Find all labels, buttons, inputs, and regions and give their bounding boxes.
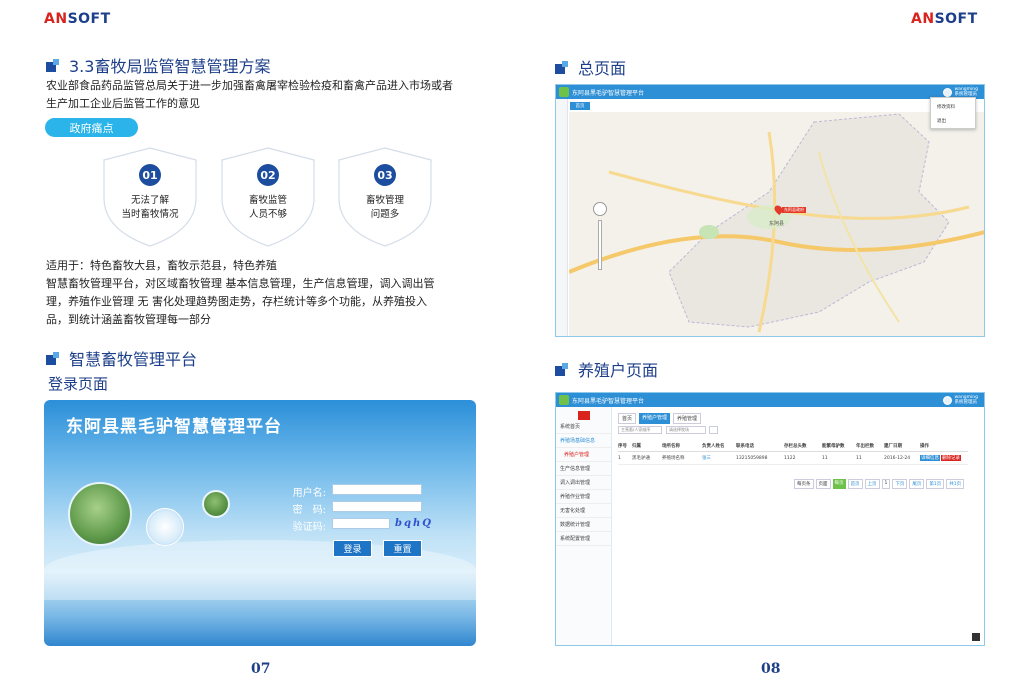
- user-dropdown-menu: 修改资料 退出: [930, 97, 976, 129]
- sidebar-item-production[interactable]: 生产信息管理: [556, 462, 611, 476]
- sidebar-item-home[interactable]: 系统首页: [556, 420, 611, 434]
- description-paragraph: 适用于：特色畜牧大县，畜牧示范县，特色养殖 智慧畜牧管理平台，对区域畜牧管理 基…: [46, 259, 435, 326]
- table-header-row: 序号 归属 场所名称 负责人姓名 联系电话 存栏总头数 能繁母驴数 年出栏数 建…: [618, 441, 968, 452]
- intro-paragraph: 农业部食品药品监管总局关于进一步加强畜禽屠宰检验检疫和畜禽产品进入市场或者 生产…: [46, 79, 453, 110]
- tab-farm-users[interactable]: 养殖户管理: [639, 413, 671, 424]
- table-row[interactable]: 1 黑毛驴通 养殖场名称 张三 13215059898 1122 11 11 2…: [618, 452, 968, 465]
- sidebar-item-config[interactable]: 系统配置管理: [556, 532, 611, 546]
- app-header: 东阿县黑毛驴智慧管理平台: [556, 85, 984, 99]
- password-label: 密 码:: [292, 505, 326, 516]
- map-city-label: 东阿县: [769, 221, 785, 227]
- delete-button[interactable]: 删除记录: [941, 455, 961, 461]
- network-globe-image: [146, 508, 184, 546]
- pain-point-number: 02: [257, 164, 279, 186]
- sidebar-toggle-icon[interactable]: [578, 411, 590, 420]
- sidebar-item-farm-users[interactable]: 养殖户管理: [556, 448, 611, 462]
- app-logo-icon: [559, 395, 569, 405]
- search-input[interactable]: 主营畜/人家顺序: [618, 426, 662, 434]
- section-square-icon: [46, 351, 59, 365]
- left-icon-bar: [556, 99, 568, 336]
- tab-bar: 首页 养殖户管理 养殖管理: [618, 413, 702, 424]
- sidebar-item-statistics[interactable]: 数据统计管理: [556, 518, 611, 532]
- page-number-right: 08: [761, 661, 781, 677]
- section-title-farm: 养殖户页面: [555, 357, 658, 381]
- farm-select[interactable]: 请选择牧场: [666, 426, 706, 434]
- pain-point-text: 无法了解 当时畜牧情况: [121, 195, 179, 220]
- sidebar: 系统首页 养殖场基础信息 养殖户管理 生产信息管理 调入调出管理 养殖作业管理 …: [556, 407, 612, 645]
- small-donkey-globe-image: [202, 490, 230, 518]
- map-pan-control[interactable]: [593, 202, 607, 216]
- overview-screenshot: 东阿县黑毛驴智慧管理平台 wangming 系统管理员 首页 东阿县政府 东阿县…: [555, 84, 985, 337]
- pain-point-shield: 02 畜牧监管 人员不够: [218, 146, 318, 248]
- pain-point-number: 01: [139, 164, 161, 186]
- login-system-title: 东阿县黑毛驴智慧管理平台: [66, 417, 282, 437]
- menu-logout[interactable]: 退出: [937, 118, 946, 124]
- map-zoom-slider[interactable]: [598, 220, 602, 270]
- captcha-image[interactable]: bqhQ: [395, 518, 433, 529]
- section-square-icon: [555, 60, 568, 74]
- user-role: 系统管理员: [954, 400, 978, 405]
- app-title: 东阿县黑毛驴智慧管理平台: [572, 89, 645, 97]
- farm-table: 序号 归属 场所名称 负责人姓名 联系电话 存栏总头数 能繁母驴数 年出栏数 建…: [618, 441, 968, 465]
- pain-point-text: 畜牧监管 人员不够: [248, 195, 287, 220]
- ansoft-logo-left: ANSOFT: [44, 11, 111, 27]
- tab-breeding[interactable]: 养殖管理: [673, 413, 702, 424]
- username-input[interactable]: [332, 484, 422, 495]
- map-area[interactable]: 东阿县政府 东阿县: [568, 112, 984, 336]
- sidebar-item-transfer[interactable]: 调入调出管理: [556, 476, 611, 490]
- detail-button[interactable]: 详细信息: [920, 455, 940, 461]
- pain-point-number: 03: [374, 164, 396, 186]
- section-square-icon: [555, 362, 568, 376]
- section-square-icon: [46, 58, 59, 72]
- section-title-solution: 3.3畜牧局监管智慧管理方案: [46, 53, 270, 77]
- user-menu-trigger[interactable]: wangming 系统管理员: [942, 87, 978, 97]
- section-title-overview: 总页面: [555, 55, 626, 79]
- login-page-heading: 登录页面: [48, 375, 109, 393]
- password-input[interactable]: [332, 501, 422, 512]
- sidebar-item-disposal[interactable]: 无害化处理: [556, 504, 611, 518]
- pain-point-text: 畜牧管理 问题多: [365, 195, 404, 220]
- pain-point-shield: 01 无法了解 当时畜牧情况: [100, 146, 200, 248]
- app-header: 东阿县黑毛驴智慧管理平台: [556, 393, 984, 407]
- avatar: [942, 87, 952, 97]
- donkey-globe-image: [68, 482, 132, 546]
- avatar: [942, 395, 952, 405]
- pain-points-label: 政府痛点: [45, 118, 138, 137]
- menu-edit-profile[interactable]: 修改资料: [937, 104, 955, 110]
- captcha-label: 验证码:: [292, 522, 326, 533]
- search-icon[interactable]: [709, 426, 718, 434]
- app-title: 东阿县黑毛驴智慧管理平台: [572, 397, 645, 405]
- pagination: 每页条 页面 每页 首页 上页 1 下页 尾页 第1页 共1页: [794, 479, 965, 489]
- sidebar-item-operations[interactable]: 养殖作业管理: [556, 490, 611, 504]
- page-number-left: 07: [251, 661, 271, 677]
- farm-screenshot: 东阿县黑毛驴智慧管理平台 wangming 系统管理员 系统首页 养殖场基础信息…: [555, 392, 985, 646]
- username-label: 用户名:: [292, 488, 326, 499]
- tab-home[interactable]: 首页: [570, 102, 590, 110]
- login-button[interactable]: 登录: [333, 540, 372, 557]
- captcha-input[interactable]: [332, 518, 390, 529]
- pain-point-shield: 03 畜牧管理 问题多: [335, 146, 435, 248]
- section-title-platform: 智慧畜牧管理平台: [46, 346, 197, 370]
- ansoft-logo-right: ANSOFT: [911, 11, 978, 27]
- tab-home[interactable]: 首页: [618, 413, 637, 424]
- map-marker-label: 东阿县政府: [782, 207, 806, 213]
- app-logo-icon: [559, 87, 569, 97]
- scroll-top-button[interactable]: [972, 633, 980, 641]
- login-screenshot: 东阿县黑毛驴智慧管理平台 用户名: 密 码: 验证码: bqhQ 登录 重置: [44, 400, 476, 646]
- user-menu-trigger[interactable]: wangming 系统管理员: [942, 395, 978, 405]
- sidebar-item-farm-info[interactable]: 养殖场基础信息: [556, 434, 611, 448]
- reset-button[interactable]: 重置: [383, 540, 422, 557]
